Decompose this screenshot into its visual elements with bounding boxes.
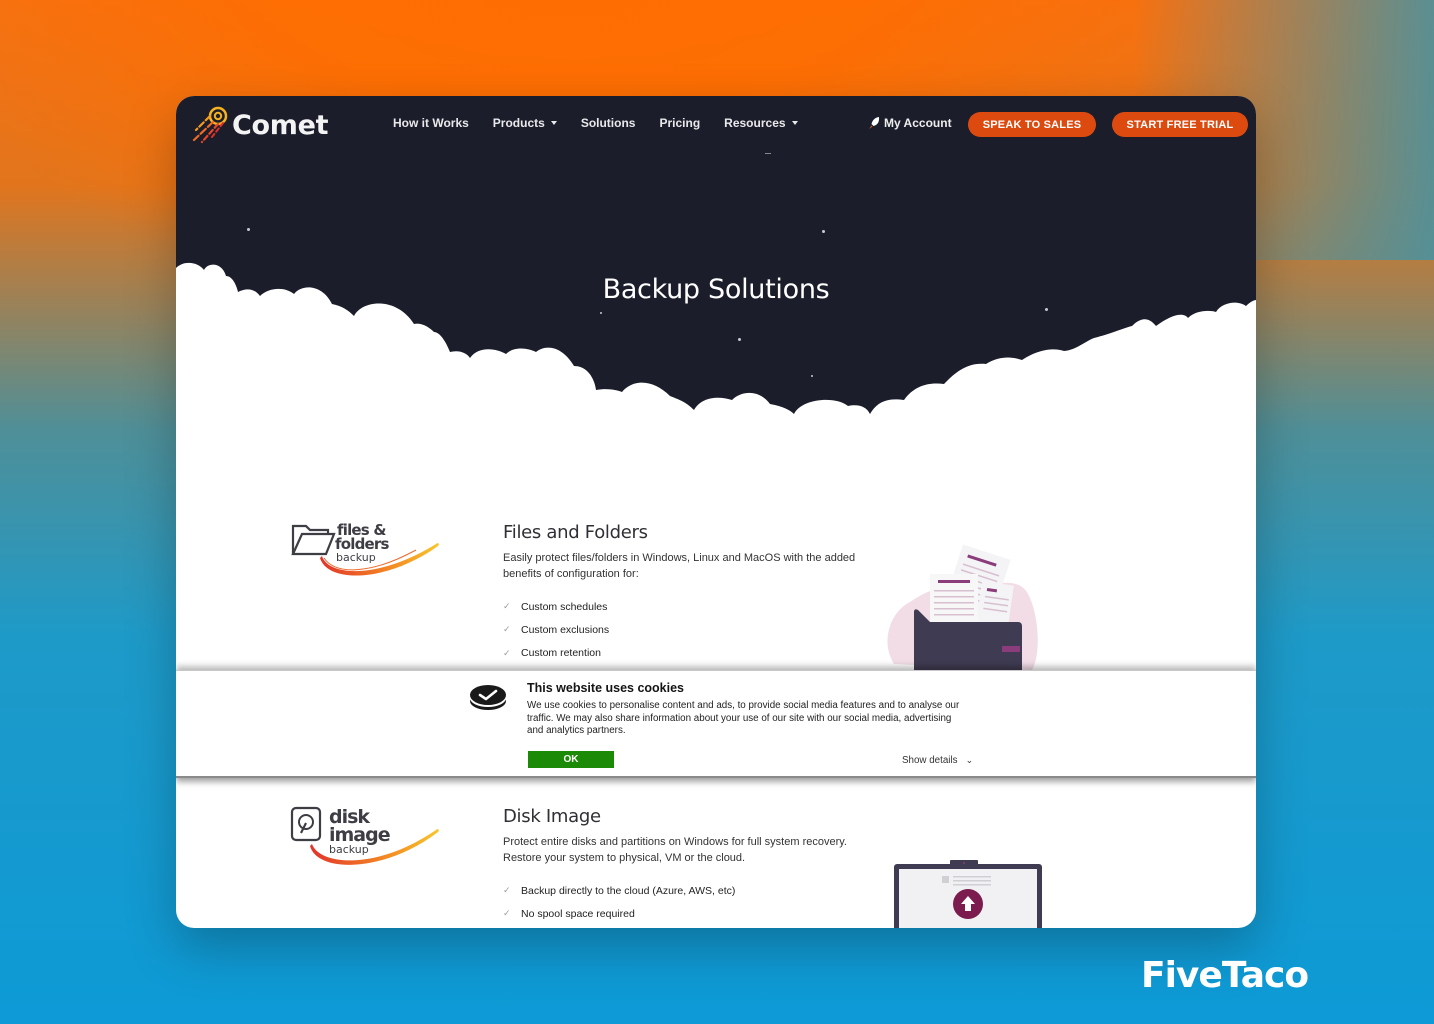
files-folders-backup-logo: files & folders backup xyxy=(291,521,439,576)
svg-text:backup: backup xyxy=(336,551,376,564)
chevron-down-icon: ⌄ xyxy=(965,755,974,765)
svg-text:backup: backup xyxy=(329,843,369,856)
section-description: Protect entire disks and partitions on W… xyxy=(503,836,847,864)
show-details-label: Show details xyxy=(902,755,958,766)
check-icon: ✓ xyxy=(503,601,511,612)
feature-list: ✓ Backup directly to the cloud (Azure, AW… xyxy=(503,879,735,926)
feature-label: Custom schedules xyxy=(521,600,608,613)
browser-window: Backup Solutions Comet How it Works Prod… xyxy=(176,96,1256,928)
fivetaco-watermark: FiveTaco xyxy=(1141,955,1309,996)
check-icon: ✓ xyxy=(503,908,511,919)
feature-item: ✓ Backup directly to the cloud (Azure, AW… xyxy=(503,879,735,902)
cookie-consent-icon xyxy=(470,685,506,710)
cookie-title: This website uses cookies xyxy=(527,681,685,695)
cookie-banner: This website uses cookies We use cookies… xyxy=(176,670,1256,778)
show-details-link[interactable]: Show details ⌄ xyxy=(902,755,973,766)
check-icon: ✓ xyxy=(503,647,511,658)
check-icon: ✓ xyxy=(503,885,511,896)
check-icon: ✓ xyxy=(503,624,511,635)
laptop-upload-illustration xyxy=(894,860,1042,928)
section-title: Files and Folders xyxy=(503,522,648,543)
section-description: Easily protect files/folders in Windows,… xyxy=(503,552,856,580)
disk-image-backup-logo: disk image backup xyxy=(290,806,439,865)
folder-documents-illustration xyxy=(887,544,1038,670)
feature-item: ✓ No spool space required xyxy=(503,902,735,925)
disk-image-section: disk image backup Disk Image Protect ent… xyxy=(176,778,1256,928)
feature-label: No spool space required xyxy=(521,907,635,920)
feature-item: ✓ Custom exclusions xyxy=(503,618,609,641)
feature-label: Custom retention xyxy=(521,647,601,660)
section-title: Disk Image xyxy=(503,806,601,827)
feature-label: Custom exclusions xyxy=(521,623,610,636)
files-folders-section: files & folders backup Files and Folders… xyxy=(176,96,1256,670)
cookie-ok-button[interactable]: OK xyxy=(528,751,614,768)
feature-item: ✓ Custom retention xyxy=(503,642,609,665)
cookie-description: We use cookies to personalise content an… xyxy=(527,700,960,737)
feature-list: ✓ Custom schedules ✓ Custom exclusions ✓ Cu… xyxy=(503,595,609,665)
feature-item: ✓ Custom schedules xyxy=(503,595,609,618)
feature-label: Backup directly to the cloud (Azure, AWS… xyxy=(521,884,736,897)
